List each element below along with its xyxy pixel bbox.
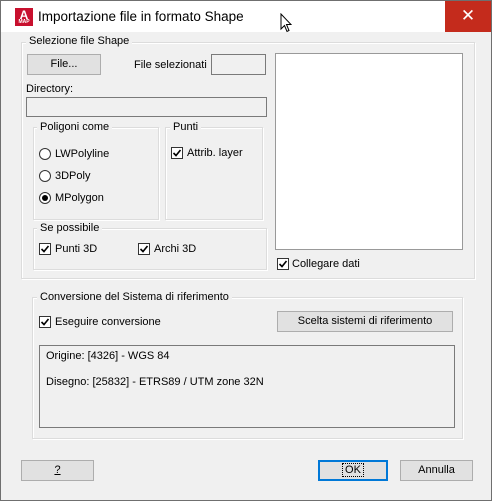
mouse-cursor-icon: [280, 13, 292, 33]
attrib-layer-label[interactable]: Attrib. layer: [187, 147, 243, 159]
check-icon: [172, 149, 182, 157]
polygons-group-legend: Poligoni come: [37, 121, 113, 133]
radio-selected-dot: [42, 195, 48, 201]
if-possible-group-legend: Se possibile: [37, 222, 103, 234]
directory-field[interactable]: [26, 97, 267, 117]
link-data-label[interactable]: Collegare dati: [292, 258, 360, 270]
arcs-3d-checkbox[interactable]: [138, 243, 150, 255]
app-icon-sub: MAP: [18, 19, 30, 25]
ok-button-label: OK: [342, 463, 364, 477]
radio-mpolygon[interactable]: [39, 192, 51, 204]
crs-conversion-group-legend: Conversione del Sistema di riferimento: [37, 291, 232, 303]
link-data-checkbox[interactable]: [277, 258, 289, 270]
check-icon: [139, 245, 149, 253]
cancel-button-label: Annulla: [418, 464, 455, 476]
arcs-3d-label[interactable]: Archi 3D: [154, 243, 196, 255]
ok-button[interactable]: OK: [318, 460, 388, 481]
shape-preview-panel: [275, 53, 463, 250]
execute-conversion-label[interactable]: Eseguire conversione: [55, 316, 161, 328]
points-3d-label[interactable]: Punti 3D: [55, 243, 97, 255]
radio-lwpolyline-label[interactable]: LWPolyline: [55, 148, 109, 160]
crs-info-box: Origine: [4326] - WGS 84 Disegno: [25832…: [39, 345, 455, 428]
directory-label: Directory:: [26, 83, 74, 95]
attrib-layer-checkbox[interactable]: [171, 147, 183, 159]
close-button[interactable]: ✕: [445, 1, 491, 32]
help-button[interactable]: ?: [21, 460, 94, 481]
file-button[interactable]: File...: [27, 54, 101, 75]
points-group: [165, 127, 263, 220]
autocad-map-app-icon: A MAP: [15, 8, 33, 26]
check-icon: [278, 260, 288, 268]
points-3d-checkbox[interactable]: [39, 243, 51, 255]
import-shape-dialog: A MAP Importazione file in formato Shape…: [0, 0, 492, 501]
choose-reference-systems-button[interactable]: Scelta sistemi di riferimento: [277, 311, 453, 332]
help-button-label: ?: [54, 464, 61, 476]
polygons-group: [33, 127, 159, 220]
origin-crs-text: Origine: [4326] - WGS 84: [46, 350, 170, 362]
points-group-legend: Punti: [170, 121, 202, 133]
radio-mpolygon-label[interactable]: MPolygon: [55, 192, 104, 204]
radio-3dpoly-label[interactable]: 3DPoly: [55, 170, 90, 182]
radio-3dpoly[interactable]: [39, 170, 51, 182]
execute-conversion-checkbox[interactable]: [39, 316, 51, 328]
check-icon: [40, 245, 50, 253]
drawing-crs-text: Disegno: [25832] - ETRS89 / UTM zone 32N: [46, 376, 264, 388]
selected-files-label: File selezionati: [134, 59, 207, 71]
window-title: Importazione file in formato Shape: [38, 9, 244, 24]
radio-lwpolyline[interactable]: [39, 148, 51, 160]
title-bar: A MAP Importazione file in formato Shape…: [1, 1, 491, 33]
check-icon: [40, 318, 50, 326]
selected-files-field: [211, 54, 266, 75]
cancel-button[interactable]: Annulla: [400, 460, 473, 481]
shape-file-group-legend: Selezione file Shape: [26, 35, 133, 47]
